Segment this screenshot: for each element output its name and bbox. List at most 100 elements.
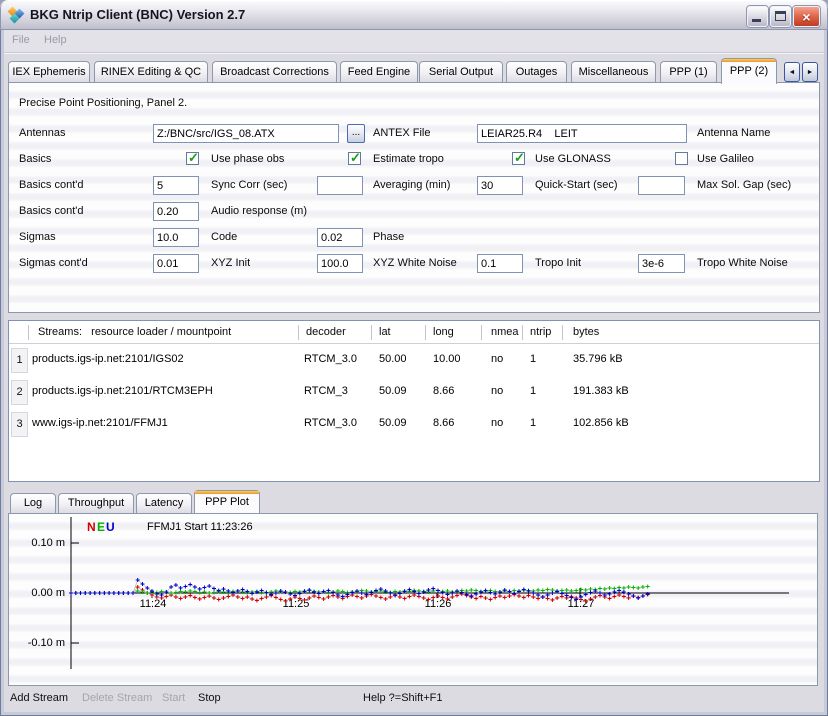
menu-file[interactable]: File xyxy=(12,34,30,46)
check-icon: ✓ xyxy=(514,150,525,166)
tab-outages[interactable]: Outages xyxy=(506,61,567,82)
tab-feed-engine[interactable]: Feed Engine xyxy=(340,61,418,82)
tab-miscellaneous[interactable]: Miscellaneous xyxy=(571,61,656,82)
max-sol-gap-input[interactable] xyxy=(638,176,685,195)
maximize-button[interactable] xyxy=(770,6,791,27)
averaging-input[interactable] xyxy=(317,176,363,195)
cell-decoder: RTCM_3 xyxy=(304,385,348,397)
tropo-white-noise-input[interactable] xyxy=(638,254,685,273)
sigma-code-label: Code xyxy=(211,231,237,243)
cell-mountpoint: products.igs-ip.net:2101/IGS02 xyxy=(32,353,184,365)
cell-nmea: no xyxy=(491,417,503,429)
cell-ntrip: 1 xyxy=(530,353,536,365)
cell-bytes: 102.856 kB xyxy=(573,417,629,429)
app-window: BKG Ntrip Client (BNC) Version 2.7 × Fil… xyxy=(0,0,828,716)
panel-title: Precise Point Positioning, Panel 2. xyxy=(19,97,187,109)
browse-button[interactable]: ... xyxy=(347,124,365,143)
close-icon: × xyxy=(794,8,819,26)
antex-file-label: ANTEX File xyxy=(373,127,430,139)
cell-long: 8.66 xyxy=(433,385,454,397)
xyz-init-input[interactable] xyxy=(153,254,199,273)
sigma-code-input[interactable] xyxy=(153,228,199,247)
antenna-name-input[interactable] xyxy=(477,124,687,143)
tab-broadcast-corrections[interactable]: Broadcast Corrections xyxy=(212,61,337,82)
xyz-white-noise-input[interactable] xyxy=(317,254,363,273)
cell-ntrip: 1 xyxy=(530,417,536,429)
xyz-init-label: XYZ Init xyxy=(211,257,250,269)
ppp-plot-canvas xyxy=(9,514,817,685)
menu-bar: File Help xyxy=(4,30,824,52)
use-phase-obs-label: Use phase obs xyxy=(211,153,284,165)
ppp-plot-panel: N E U FFMJ1 Start 11:23:26 0.10 m 0.00 m… xyxy=(8,513,818,686)
col-header-long[interactable]: long xyxy=(433,326,454,338)
cell-lat: 50.09 xyxy=(379,385,407,397)
maximize-icon xyxy=(775,11,786,21)
delete-stream-button: Delete Stream xyxy=(82,692,152,704)
cell-lat: 50.00 xyxy=(379,353,407,365)
tropo-init-label: Tropo Init xyxy=(535,257,581,269)
col-header-lat[interactable]: lat xyxy=(379,326,391,338)
cell-decoder: RTCM_3.0 xyxy=(304,417,357,429)
row-number: 3 xyxy=(11,412,28,437)
basics-contd1-label: Basics cont'd xyxy=(19,179,83,191)
bnc-app-icon xyxy=(8,7,24,23)
left-arrow-icon: ◄ xyxy=(789,69,796,76)
menu-separator xyxy=(4,52,824,54)
streams-table: Streams: resource loader / mountpoint de… xyxy=(8,320,820,482)
xyz-white-noise-label: XYZ White Noise xyxy=(373,257,457,269)
cell-nmea: no xyxy=(491,385,503,397)
tropo-init-input[interactable] xyxy=(477,254,523,273)
tab-throughput[interactable]: Throughput xyxy=(58,493,134,513)
cell-mountpoint: products.igs-ip.net:2101/RTCM3EPH xyxy=(32,385,213,397)
menu-help[interactable]: Help xyxy=(44,34,67,46)
use-galileo-label: Use Galileo xyxy=(697,153,754,165)
close-button[interactable]: × xyxy=(793,6,820,27)
add-stream-button[interactable]: Add Stream xyxy=(10,692,68,704)
col-header-bytes[interactable]: bytes xyxy=(573,326,599,338)
cell-nmea: no xyxy=(491,353,503,365)
sigma-phase-input[interactable] xyxy=(317,228,363,247)
estimate-tropo-checkbox[interactable]: ✓ xyxy=(348,152,361,165)
minimize-icon xyxy=(752,19,761,22)
antenna-name-label: Antenna Name xyxy=(697,127,770,139)
cell-bytes: 35.796 kB xyxy=(573,353,623,365)
sync-corr-input[interactable] xyxy=(153,176,199,195)
basics-contd2-label: Basics cont'd xyxy=(19,205,83,217)
col-header-ntrip[interactable]: ntrip xyxy=(530,326,551,338)
col-header-decoder[interactable]: decoder xyxy=(306,326,346,338)
row-number: 2 xyxy=(11,380,28,405)
antex-path-input[interactable] xyxy=(153,124,339,143)
tab-latency[interactable]: Latency xyxy=(136,493,192,513)
minimize-button[interactable] xyxy=(747,6,768,27)
col-header-nmea[interactable]: nmea xyxy=(491,326,519,338)
ppp2-panel: Precise Point Positioning, Panel 2. Ante… xyxy=(8,82,820,313)
tab-rinex-editing-qc[interactable]: RINEX Editing & QC xyxy=(94,61,208,82)
tab-ppp-plot[interactable]: PPP Plot xyxy=(194,490,260,513)
quick-start-input[interactable] xyxy=(477,176,523,195)
tab-rinex-ephemeris[interactable]: IEX Ephemeris xyxy=(8,61,90,82)
audio-response-input[interactable] xyxy=(153,202,199,221)
tab-scroll-right-button[interactable]: ► xyxy=(802,62,818,82)
tab-log[interactable]: Log xyxy=(10,493,56,513)
cell-lat: 50.09 xyxy=(379,417,407,429)
basics-label: Basics xyxy=(19,153,51,165)
audio-response-label: Audio response (m) xyxy=(211,205,307,217)
col-header-mountpoint[interactable]: Streams: resource loader / mountpoint xyxy=(38,326,231,338)
help-shortcut-label: Help ?=Shift+F1 xyxy=(363,692,443,704)
cell-long: 8.66 xyxy=(433,417,454,429)
title-bar: BKG Ntrip Client (BNC) Version 2.7 × xyxy=(0,0,828,30)
tab-ppp-1[interactable]: PPP (1) xyxy=(660,61,717,82)
tab-scroll-left-button[interactable]: ◄ xyxy=(784,62,800,82)
estimate-tropo-label: Estimate tropo xyxy=(373,153,444,165)
use-galileo-checkbox[interactable]: ✓ xyxy=(675,152,688,165)
use-glonass-checkbox[interactable]: ✓ xyxy=(512,152,525,165)
stop-button[interactable]: Stop xyxy=(198,692,221,704)
cell-mountpoint: www.igs-ip.net:2101/FFMJ1 xyxy=(32,417,168,429)
use-glonass-label: Use GLONASS xyxy=(535,153,611,165)
use-phase-obs-checkbox[interactable]: ✓ xyxy=(186,152,199,165)
tab-serial-output[interactable]: Serial Output xyxy=(419,61,503,82)
client-area: File Help IEX Ephemeris RINEX Editing & … xyxy=(4,30,824,712)
averaging-label: Averaging (min) xyxy=(373,179,450,191)
tab-ppp-2[interactable]: PPP (2) xyxy=(721,58,777,84)
check-icon: ✓ xyxy=(188,150,199,166)
